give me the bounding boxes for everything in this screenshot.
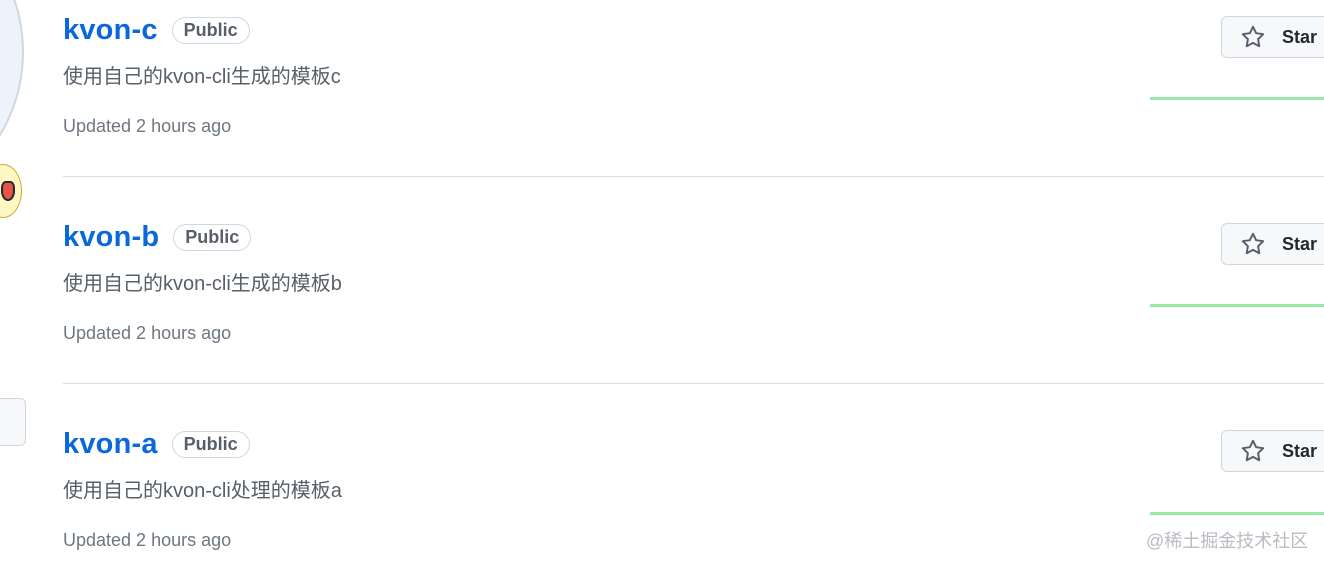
activity-sparkline (1150, 97, 1324, 100)
activity-sparkline (1150, 304, 1324, 307)
repo-title-row: kvon-b Public (63, 219, 252, 255)
repo-updated-time: Updated 2 hours ago (63, 116, 232, 136)
emoji-status-icon[interactable] (0, 164, 22, 218)
star-label: Star (1282, 233, 1318, 254)
repo-description: 使用自己的kvon-cli生成的模板b (63, 273, 342, 295)
star-label: Star (1282, 440, 1318, 461)
star-icon (1241, 439, 1265, 462)
visibility-badge: Public (171, 431, 250, 458)
repository-list-page: kvon-c Public 使用自己的kvon-cli生成的模板c Update… (0, 0, 1324, 566)
star-icon (1241, 25, 1265, 48)
repo-title-row: kvon-a Public (63, 426, 250, 462)
divider (63, 383, 1324, 384)
divider (63, 176, 1324, 177)
repo-updated-time: Updated 2 hours ago (63, 530, 232, 550)
emoji-glyph (1, 181, 15, 201)
watermark: @稀土掘金技术社区 (1146, 531, 1309, 551)
repo-name-link[interactable]: kvon-a (63, 428, 158, 461)
sidebar-button[interactable] (0, 398, 26, 446)
star-button[interactable]: Star (1221, 16, 1324, 58)
star-button[interactable]: Star (1221, 430, 1324, 472)
repo-description: 使用自己的kvon-cli处理的模板a (63, 480, 342, 502)
repo-updated-time: Updated 2 hours ago (63, 323, 232, 343)
repo-title-row: kvon-c Public (63, 12, 250, 48)
repo-name-link[interactable]: kvon-c (63, 14, 158, 47)
star-icon (1241, 232, 1265, 255)
star-label: Star (1282, 26, 1318, 47)
repo-name-link[interactable]: kvon-b (63, 221, 159, 254)
visibility-badge: Public (173, 224, 252, 251)
repo-description: 使用自己的kvon-cli生成的模板c (63, 66, 341, 88)
star-button[interactable]: Star (1221, 223, 1324, 265)
activity-sparkline (1150, 512, 1324, 515)
visibility-badge: Public (171, 17, 250, 44)
